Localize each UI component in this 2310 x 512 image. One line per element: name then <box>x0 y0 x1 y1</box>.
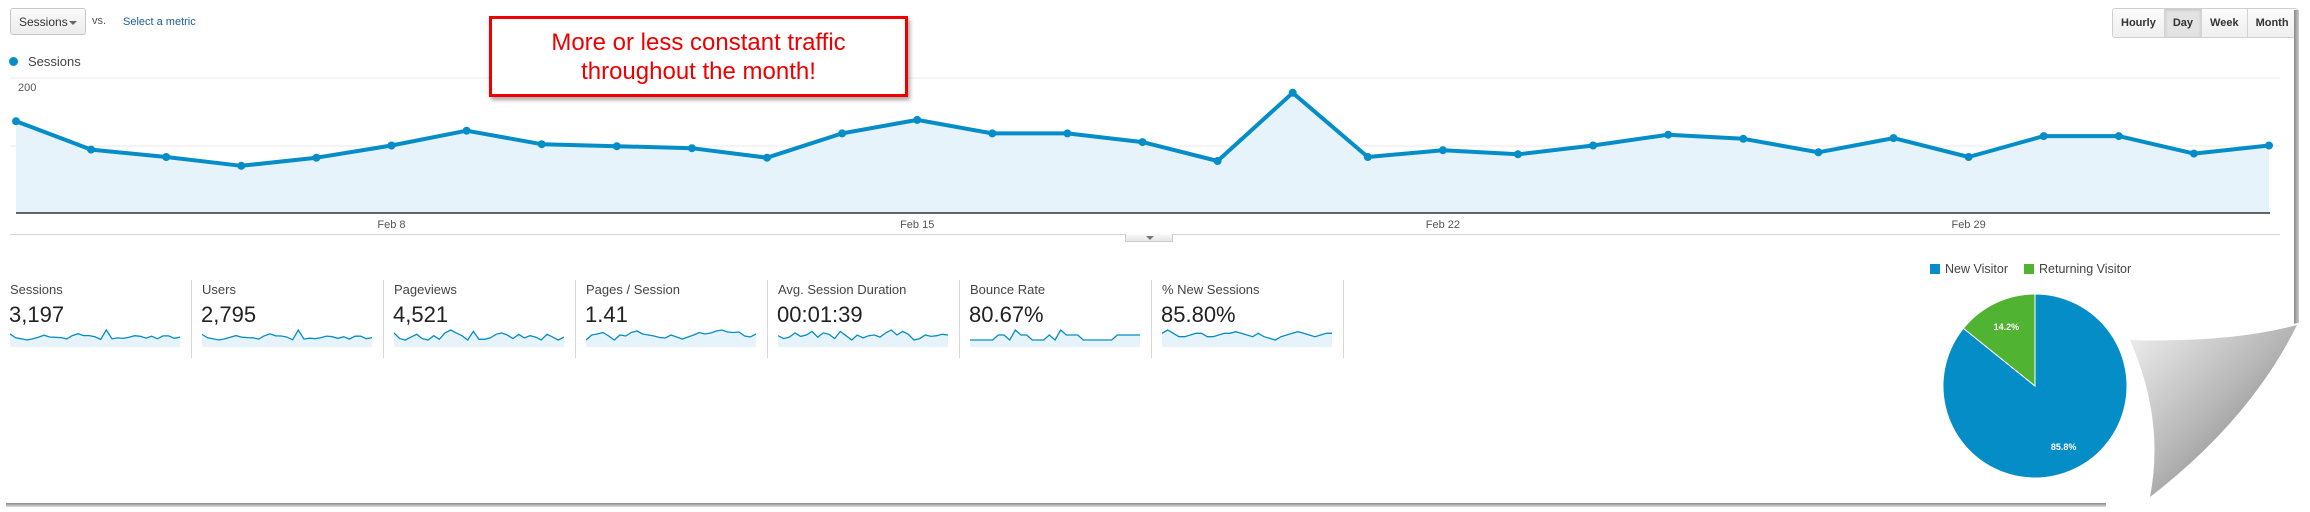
page-curl-decoration <box>2110 320 2310 508</box>
